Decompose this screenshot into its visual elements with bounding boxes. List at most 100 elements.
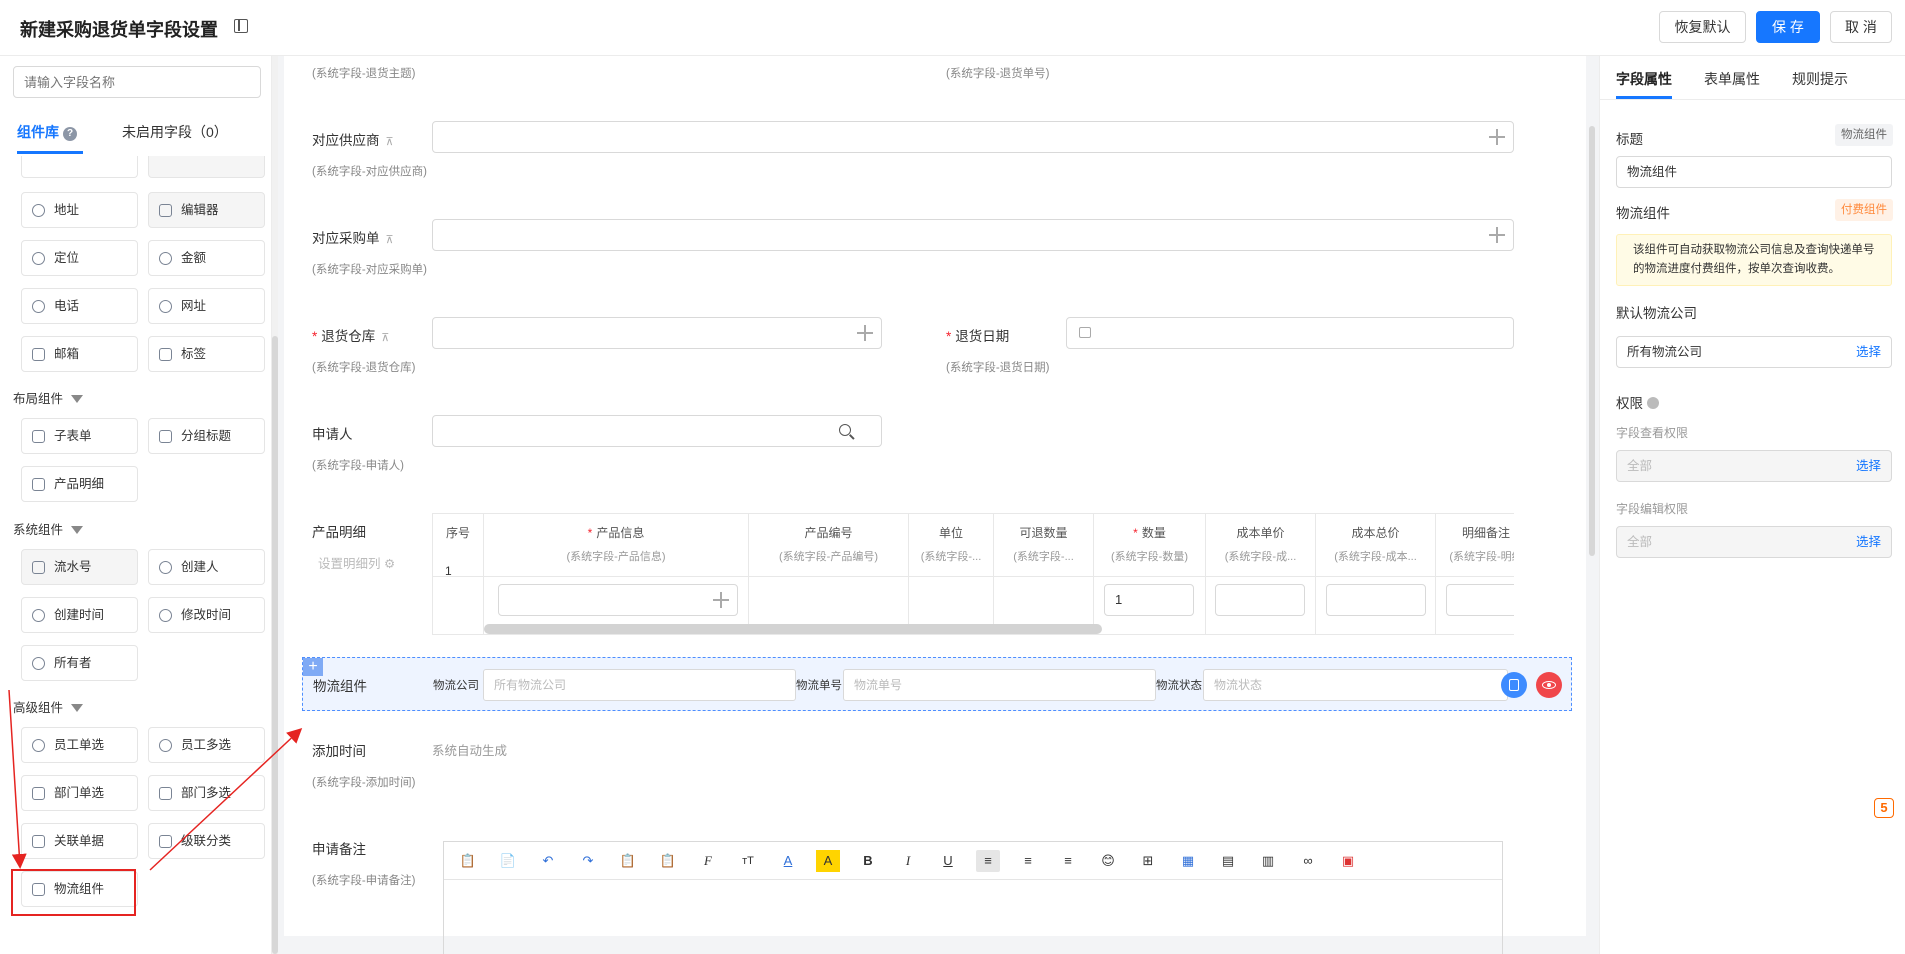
component-tag[interactable]: 标签: [148, 336, 265, 372]
select-link[interactable]: 选择: [1856, 337, 1881, 367]
help-icon[interactable]: ?: [63, 127, 77, 141]
link-icon[interactable]: ∞: [1296, 850, 1320, 872]
plus-icon[interactable]: [713, 592, 729, 608]
select-link[interactable]: 选择: [1856, 451, 1881, 481]
tab-component-library[interactable]: 组件库?: [17, 122, 77, 142]
component-subform[interactable]: 子表单: [21, 418, 138, 454]
component-amount[interactable]: 金额: [148, 240, 265, 276]
undo-icon[interactable]: ↶: [536, 850, 560, 872]
help-icon[interactable]: [1646, 397, 1659, 409]
component-serial[interactable]: 流水号: [21, 549, 138, 585]
canvas-scrollbar[interactable]: [1589, 126, 1595, 556]
logistics-component-row[interactable]: + 物流组件 物流公司 所有物流公司 物流单号 物流单号 物流状态 物流状态: [302, 657, 1572, 711]
component-editor[interactable]: 编辑器: [148, 192, 265, 228]
component-label: 部门多选: [181, 786, 232, 800]
plus-icon[interactable]: [857, 325, 873, 341]
plus-icon[interactable]: [1489, 227, 1505, 243]
column-settings-link[interactable]: 设置明细列 ⚙: [318, 553, 395, 572]
insert-row-icon[interactable]: ⊞: [1136, 850, 1160, 872]
paste-icon[interactable]: 📋: [456, 850, 480, 872]
component-address[interactable]: 地址: [21, 192, 138, 228]
table-icon[interactable]: ▦: [1176, 850, 1200, 872]
brand-logo-icon[interactable]: 5: [1874, 798, 1894, 818]
bold-icon[interactable]: B: [856, 850, 880, 872]
component-cascade[interactable]: 级联分类: [148, 823, 265, 859]
component-mail[interactable]: 邮箱: [21, 336, 138, 372]
paste-text-icon[interactable]: 📋: [616, 850, 640, 872]
component-owner[interactable]: 所有者: [21, 645, 138, 681]
purchase-order-field[interactable]: [432, 219, 1514, 251]
total-cost-input[interactable]: [1326, 584, 1426, 616]
select-link[interactable]: 选择: [1856, 527, 1881, 557]
tab-unused-fields[interactable]: 未启用字段（0）: [122, 122, 228, 142]
component-modify-time[interactable]: 修改时间: [148, 597, 265, 633]
component-dept-single[interactable]: 部门单选: [21, 775, 138, 811]
emoji-icon[interactable]: 😊: [1096, 850, 1120, 872]
component-linked-doc[interactable]: 关联单据: [21, 823, 138, 859]
paste-word-icon[interactable]: 📋: [656, 850, 680, 872]
unit-cost-input[interactable]: [1215, 584, 1305, 616]
component-url[interactable]: 网址: [148, 288, 265, 324]
group-layout[interactable]: 布局组件: [13, 388, 84, 407]
component-create-time[interactable]: 创建时间: [21, 597, 138, 633]
group-system[interactable]: 系统组件: [13, 519, 84, 538]
component-item-hidden[interactable]: [148, 156, 265, 178]
font-family-icon[interactable]: F: [696, 850, 720, 872]
document-icon[interactable]: 📄: [496, 850, 520, 872]
tab-rule-hints[interactable]: 规则提示: [1792, 69, 1848, 89]
cancel-button[interactable]: 取 消: [1830, 11, 1892, 43]
component-employee-multi[interactable]: 员工多选: [148, 727, 265, 763]
remark-input[interactable]: [1446, 584, 1514, 616]
image-icon[interactable]: ▤: [1216, 850, 1240, 872]
font-color-icon[interactable]: A: [776, 850, 800, 872]
component-dept-multi[interactable]: 部门多选: [148, 775, 265, 811]
restore-default-button[interactable]: 恢复默认: [1659, 11, 1746, 43]
italic-icon[interactable]: I: [896, 850, 920, 872]
warehouse-field[interactable]: [432, 317, 882, 349]
component-label: 部门单选: [54, 786, 105, 800]
merge-cells-icon[interactable]: ▥: [1256, 850, 1280, 872]
tab-form-properties[interactable]: 表单属性: [1704, 69, 1760, 89]
drag-handle-icon[interactable]: +: [303, 658, 323, 676]
plus-icon[interactable]: [1489, 129, 1505, 145]
default-company-select[interactable]: 所有物流公司 选择: [1616, 336, 1892, 368]
group-advanced[interactable]: 高级组件: [13, 697, 84, 716]
table-hscrollbar[interactable]: [484, 624, 1102, 634]
supplier-field[interactable]: [432, 121, 1514, 153]
component-logistics[interactable]: 物流组件: [21, 871, 138, 907]
logistics-company-input[interactable]: 所有物流公司: [483, 669, 796, 701]
fullscreen-icon[interactable]: ▣: [1336, 850, 1360, 872]
product-info-input[interactable]: [498, 584, 738, 616]
component-item-hidden[interactable]: [21, 156, 138, 178]
layout-icon[interactable]: [234, 19, 248, 33]
copy-icon[interactable]: [1501, 672, 1527, 698]
edit-permission-select[interactable]: 全部 选择: [1616, 526, 1892, 558]
title-input[interactable]: 物流组件: [1616, 156, 1892, 188]
return-date-label: * 退货日期: [946, 325, 1009, 345]
component-label: 创建时间: [54, 608, 105, 622]
rich-text-editor[interactable]: 📋 📄 ↶ ↷ 📋 📋 F тT A A B I U ≡ ≡ ≡ 😊 ⊞ ▦ ▤…: [443, 841, 1503, 954]
field-search-input[interactable]: [13, 66, 261, 98]
underline-icon[interactable]: U: [936, 850, 960, 872]
applicant-field[interactable]: [432, 415, 882, 447]
view-permission-select[interactable]: 全部 选择: [1616, 450, 1892, 482]
component-phone[interactable]: 电话: [21, 288, 138, 324]
font-size-icon[interactable]: тT: [736, 850, 760, 872]
eye-icon[interactable]: [1536, 672, 1562, 698]
component-group-title[interactable]: 分组标题: [148, 418, 265, 454]
component-employee-single[interactable]: 员工单选: [21, 727, 138, 763]
logistics-status-input[interactable]: 物流状态: [1203, 669, 1508, 701]
save-button[interactable]: 保 存: [1756, 11, 1820, 43]
tab-field-properties[interactable]: 字段属性: [1616, 69, 1672, 89]
align-right-icon[interactable]: ≡: [1056, 850, 1080, 872]
highlight-icon[interactable]: A: [816, 850, 840, 872]
quantity-input[interactable]: 1: [1104, 584, 1194, 616]
component-product-detail[interactable]: 产品明细: [21, 466, 138, 502]
logistics-number-input[interactable]: 物流单号: [843, 669, 1156, 701]
return-date-field[interactable]: [1066, 317, 1514, 349]
align-left-icon[interactable]: ≡: [976, 850, 1000, 872]
align-center-icon[interactable]: ≡: [1016, 850, 1040, 872]
component-position[interactable]: 定位: [21, 240, 138, 276]
redo-icon[interactable]: ↷: [576, 850, 600, 872]
component-creator[interactable]: 创建人: [148, 549, 265, 585]
